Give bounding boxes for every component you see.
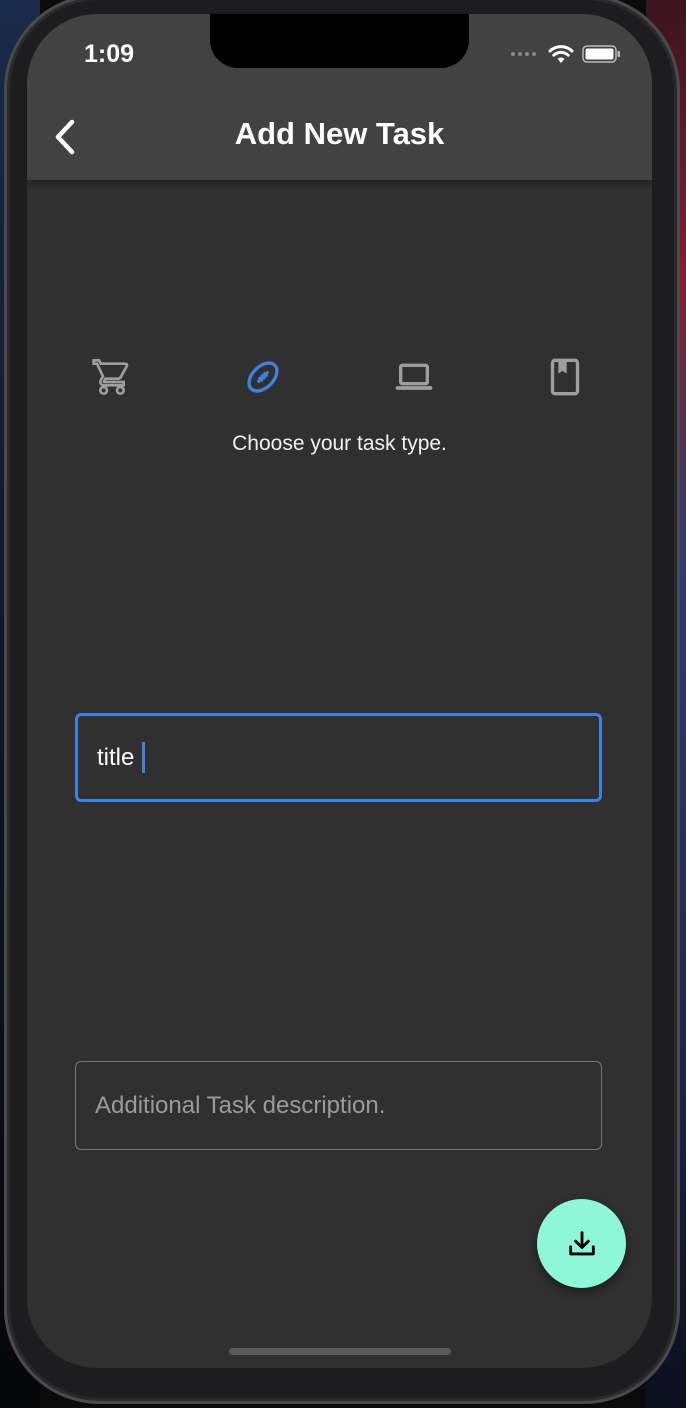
book-icon: [550, 358, 580, 396]
football-icon: [247, 361, 279, 393]
title-input[interactable]: title: [75, 713, 602, 802]
shopping-cart-icon: [92, 359, 129, 396]
cellular-dots-icon: [511, 52, 536, 56]
download-icon: [568, 1230, 595, 1255]
task-type-shopping[interactable]: [92, 357, 132, 397]
page-title: Add New Task: [234, 116, 445, 151]
home-indicator[interactable]: [229, 1348, 451, 1355]
laptop-icon: [395, 363, 433, 390]
task-type-hint: Choose your task type.: [232, 432, 447, 455]
status-icons: [511, 44, 622, 64]
save-task-button[interactable]: [537, 1199, 626, 1288]
description-placeholder: Additional Task description.: [95, 1091, 386, 1119]
task-type-reading[interactable]: [545, 357, 585, 397]
wifi-icon: [548, 45, 574, 63]
battery-icon: [582, 45, 620, 63]
phone-frame: 1:09 Add New Task Choose your task type.…: [4, 0, 680, 1404]
task-type-sport[interactable]: [243, 357, 283, 397]
notch: [210, 14, 469, 68]
text-cursor: [142, 742, 146, 773]
screen: 1:09 Add New Task Choose your task type.…: [27, 14, 652, 1368]
status-time: 1:09: [84, 40, 135, 68]
task-type-work[interactable]: [394, 357, 434, 397]
description-input[interactable]: Additional Task description.: [75, 1061, 602, 1150]
title-input-value: title: [97, 743, 135, 771]
